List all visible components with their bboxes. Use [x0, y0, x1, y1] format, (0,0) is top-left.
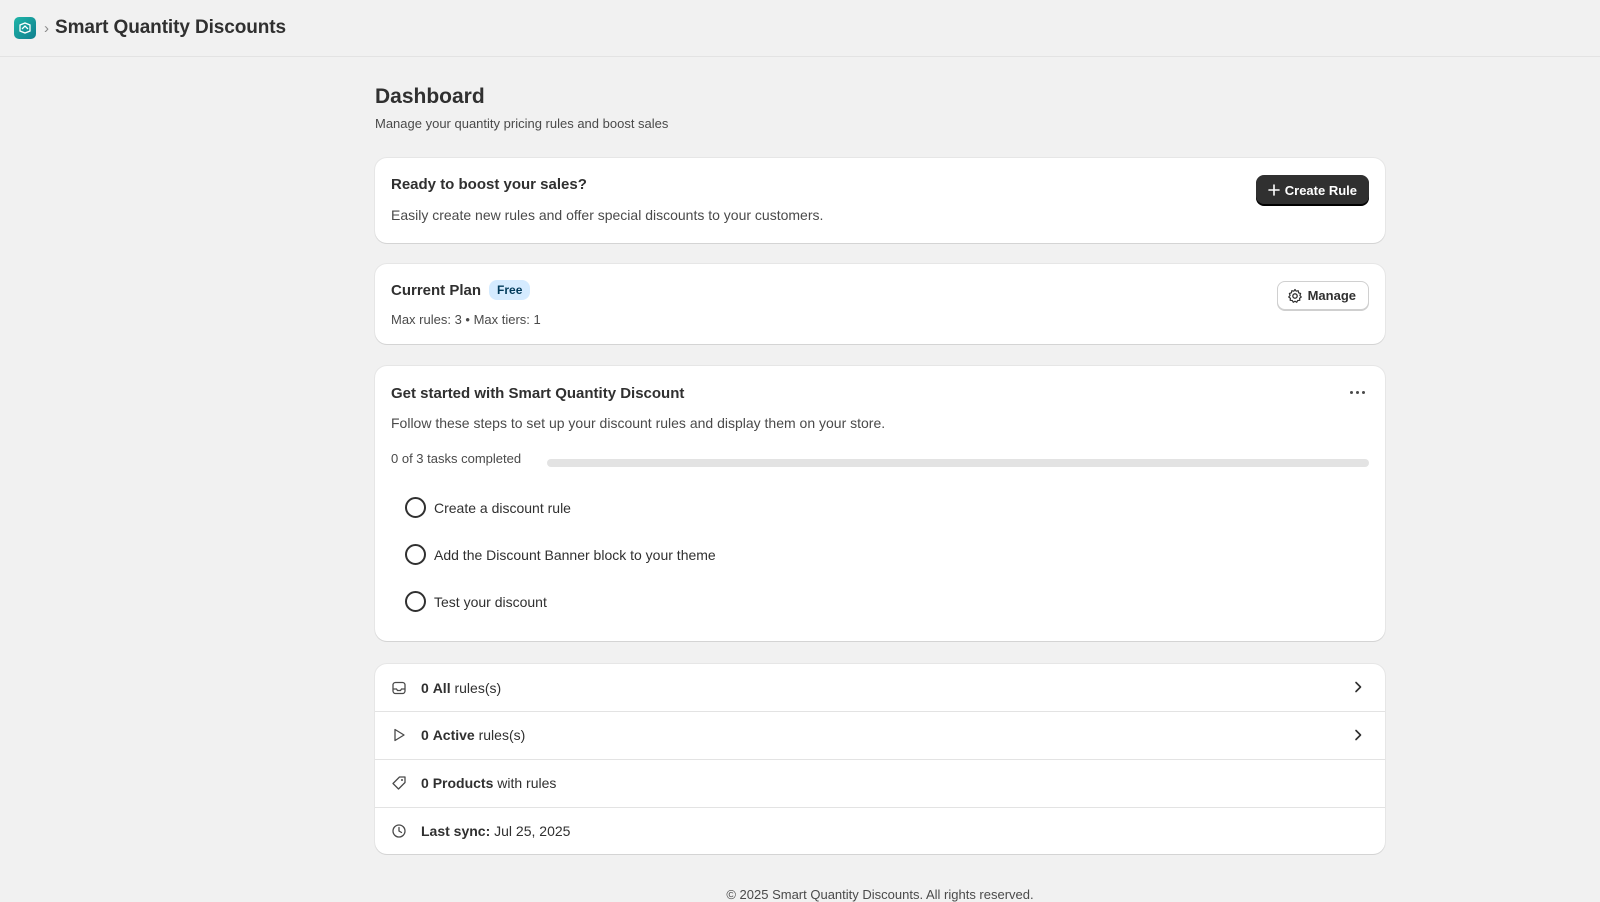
more-dots-icon[interactable]: [1345, 382, 1369, 402]
inbox-icon: [391, 680, 407, 696]
app-logo-icon[interactable]: [14, 17, 36, 39]
task-checkbox[interactable]: [405, 591, 426, 612]
promo-text: Easily create new rules and offer specia…: [391, 207, 824, 223]
task-item[interactable]: Create a discount rule: [405, 497, 571, 518]
plan-header: Current Plan Free: [391, 280, 531, 300]
task-label: Create a discount rule: [434, 499, 571, 516]
setup-guide-card: Get started with Smart Quantity Discount…: [375, 366, 1385, 641]
page-subtitle: Manage your quantity pricing rules and b…: [375, 116, 669, 131]
top-bar: › Smart Quantity Discounts: [0, 0, 1600, 57]
plan-title: Current Plan: [391, 282, 482, 299]
progress-bar: [547, 459, 1369, 467]
all-rules-suffix: rules(s): [454, 679, 502, 696]
gear-icon: [1287, 288, 1302, 303]
stats-row-last-sync: Last sync: Jul 25, 2025: [375, 807, 1385, 854]
plus-icon: [1267, 184, 1280, 196]
last-sync-value: Jul 25, 2025: [494, 823, 571, 839]
create-rule-label: Create Rule: [1284, 182, 1357, 198]
app-title[interactable]: Smart Quantity Discounts: [55, 17, 286, 39]
manage-plan-button[interactable]: Manage: [1276, 281, 1369, 310]
progress-label: 0 of 3 tasks completed: [391, 451, 522, 466]
products-suffix: with rules: [497, 775, 557, 791]
breadcrumb-separator: ›: [44, 19, 49, 37]
chevron-right-icon: [1355, 729, 1362, 741]
tag-icon: [391, 775, 407, 791]
task-item[interactable]: Add the Discount Banner block to your th…: [405, 544, 716, 565]
all-rules-strong: All: [432, 679, 451, 696]
task-label: Add the Discount Banner block to your th…: [434, 546, 716, 563]
active-rules-suffix: rules(s): [478, 727, 526, 743]
setup-title: Get started with Smart Quantity Discount: [391, 385, 685, 402]
task-checkbox[interactable]: [405, 497, 426, 518]
stats-row-active-rules[interactable]: 0 Active rules(s): [375, 711, 1385, 758]
all-rules-count: 0: [421, 679, 429, 696]
plan-card: Current Plan Free Max rules: 3 • Max tier…: [375, 264, 1385, 344]
active-rules-count: 0: [421, 727, 429, 743]
promo-card: Ready to boost your sales? Easily create…: [375, 158, 1385, 243]
products-count: 0: [421, 775, 429, 791]
plan-limits: Max rules: 3 • Max tiers: 1: [391, 312, 541, 327]
plan-badge: Free: [489, 280, 531, 300]
task-label: Test your discount: [434, 593, 547, 610]
promo-title: Ready to boost your sales?: [391, 176, 587, 193]
active-rules-strong: Active: [432, 727, 475, 743]
create-rule-button[interactable]: Create Rule: [1255, 175, 1369, 205]
play-icon: [391, 727, 407, 743]
task-item[interactable]: Test your discount: [405, 591, 547, 612]
setup-text: Follow these steps to set up your discou…: [391, 415, 886, 431]
task-checkbox[interactable]: [405, 544, 426, 565]
stats-card: 0 All rules(s) 0 Active rules(s) 0 Produ…: [375, 664, 1385, 854]
last-sync-label: Last sync:: [421, 823, 491, 839]
stats-row-products: 0 Products with rules: [375, 759, 1385, 806]
clock-icon: [391, 823, 407, 839]
stats-row-all-rules[interactable]: 0 All rules(s): [375, 664, 1385, 711]
chevron-right-icon: [1355, 681, 1362, 693]
manage-label: Manage: [1307, 288, 1356, 303]
products-strong: Products: [432, 775, 494, 791]
page-title: Dashboard: [375, 85, 485, 108]
